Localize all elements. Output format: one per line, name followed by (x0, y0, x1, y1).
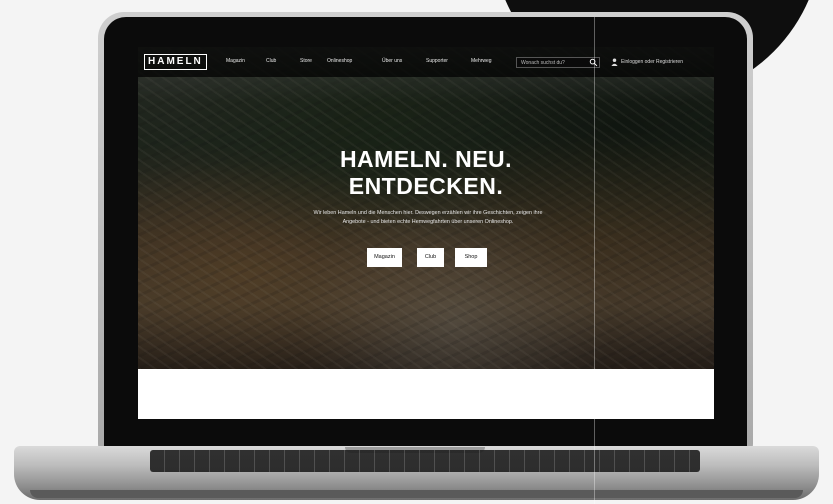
site-logo[interactable]: HAMELN (144, 54, 207, 70)
club-button[interactable]: Club (417, 248, 444, 267)
laptop-screen: HAMELN Magazin Club Store Onlineshop Übe… (138, 47, 714, 419)
headline-line-1: HAMELN. NEU. (339, 146, 513, 172)
laptop-base-edge (30, 490, 803, 498)
laptop-keyboard (150, 450, 700, 472)
headline-line-2: ENTDECKEN. (348, 173, 504, 199)
search-input[interactable]: Wonach suchst du? (521, 60, 565, 66)
login-link[interactable]: Einloggen oder Registrieren (621, 59, 683, 65)
nav-item-store[interactable]: Store (300, 58, 312, 64)
divider-line (594, 17, 595, 504)
hero-image (138, 47, 714, 369)
search-box[interactable]: Wonach suchst du? (516, 57, 600, 68)
magazin-button[interactable]: Magazin (367, 248, 402, 267)
hero-headline: HAMELN. NEU. ENTDECKEN. (138, 146, 714, 200)
content-area (138, 369, 714, 419)
user-icon[interactable] (611, 58, 618, 66)
shop-button[interactable]: Shop (455, 248, 487, 267)
nav-item-ueber-uns[interactable]: Über uns (382, 58, 402, 64)
city-texture (138, 47, 714, 369)
nav-item-magazin[interactable]: Magazin (226, 58, 245, 64)
hero-subtext: Wir leben Hameln und die Menschen hier. … (313, 210, 543, 225)
nav-item-club[interactable]: Club (266, 58, 276, 64)
nav-item-onlineshop[interactable]: Onlineshop (327, 58, 352, 64)
nav-item-supporter[interactable]: Supporter (426, 58, 448, 64)
top-navigation: HAMELN Magazin Club Store Onlineshop Übe… (138, 47, 714, 77)
nav-item-mehrweg[interactable]: Mehrweg (471, 58, 492, 64)
